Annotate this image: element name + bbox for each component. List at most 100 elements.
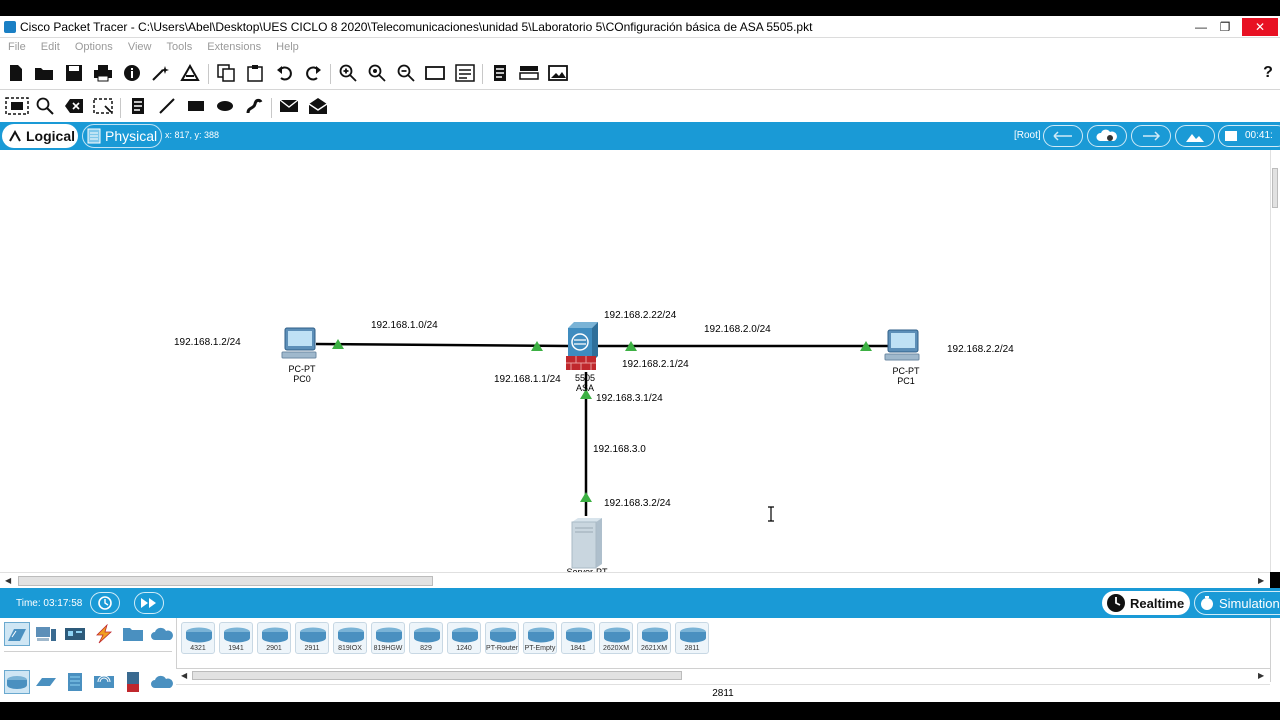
pc0-device[interactable]: PC-PT PC0	[285, 364, 319, 384]
device-tile-1941[interactable]: 1941	[219, 622, 253, 654]
device-tile-2620xm[interactable]: 2620XM	[599, 622, 633, 654]
new-cluster-button[interactable]	[1087, 125, 1127, 147]
device-tile-2621xm[interactable]: 2621XM	[637, 622, 671, 654]
minimize-button[interactable]: —	[1190, 18, 1212, 36]
back-button[interactable]	[1043, 125, 1083, 147]
asa-if3-label: 192.168.3.1/24	[596, 393, 663, 404]
subcategory-switches[interactable]	[33, 670, 59, 694]
draw-ellipse-icon[interactable]	[215, 96, 235, 116]
network-2-label: 192.168.2.0/24	[704, 324, 771, 335]
menu-tools[interactable]: Tools	[167, 38, 193, 53]
resize-shape-icon[interactable]	[93, 96, 113, 116]
save-icon[interactable]	[64, 63, 84, 83]
activity-wizard-icon[interactable]	[180, 63, 200, 83]
device-tile-819hgw[interactable]: 819HGW	[371, 622, 405, 654]
category-multiuser[interactable]	[149, 622, 175, 646]
switch-icon	[36, 678, 56, 686]
screenshot-icon[interactable]	[548, 63, 568, 83]
scroll-right-icon[interactable]: ▶	[1258, 671, 1264, 680]
open-folder-icon[interactable]	[34, 63, 54, 83]
device-list-vertical-scrollbar[interactable]	[1270, 618, 1280, 682]
custom-devices-icon[interactable]	[455, 63, 475, 83]
logical-workspace[interactable]: 192.168.1.2/24 192.168.1.0/24 192.168.2.…	[0, 150, 1270, 572]
draw-rectangle-icon[interactable]	[186, 96, 206, 116]
device-tile-819iox[interactable]: 819IOX	[333, 622, 367, 654]
fast-forward-button[interactable]	[134, 592, 164, 614]
select-icon[interactable]	[5, 96, 29, 116]
new-file-icon[interactable]	[6, 63, 26, 83]
subcategory-hubs[interactable]	[62, 670, 88, 694]
device-tile-4321[interactable]: 4321	[181, 622, 215, 654]
place-note-icon[interactable]	[128, 96, 148, 116]
subcategory-security[interactable]	[120, 670, 146, 694]
network-wizard-icon[interactable]	[151, 63, 171, 83]
inspect-icon[interactable]	[35, 96, 55, 116]
zoom-out-icon[interactable]	[396, 63, 416, 83]
simulation-mode-button[interactable]: Simulation	[1194, 591, 1280, 615]
print-icon[interactable]	[93, 63, 113, 83]
category-network-devices[interactable]	[4, 622, 30, 646]
menu-extensions[interactable]: Extensions	[207, 38, 261, 53]
scroll-thumb[interactable]	[18, 576, 433, 586]
set-background-button[interactable]	[1175, 125, 1215, 147]
device-tile-label: 2911	[304, 645, 320, 652]
pc1-ip-label: 192.168.2.2/24	[947, 344, 1014, 355]
device-tile-1240[interactable]: 1240	[447, 622, 481, 654]
category-end-devices[interactable]	[33, 622, 59, 646]
freeform-icon[interactable]	[244, 96, 264, 116]
menu-options[interactable]: Options	[75, 38, 113, 53]
tab-physical[interactable]: Physical	[82, 124, 162, 148]
pc1-device[interactable]: PC-PT PC1	[889, 366, 923, 386]
menu-file[interactable]: File	[8, 38, 26, 53]
menu-view[interactable]: View	[128, 38, 152, 53]
help-icon[interactable]: ?	[1258, 63, 1278, 83]
close-button[interactable]: ✕	[1242, 18, 1278, 36]
notes-icon[interactable]	[490, 63, 510, 83]
undo-icon[interactable]	[275, 63, 295, 83]
add-complex-pdu-icon[interactable]	[308, 96, 328, 116]
asa-model-label: 5505	[574, 373, 596, 383]
menu-help[interactable]: Help	[276, 38, 299, 53]
subcategory-wan-emulation[interactable]	[149, 670, 175, 694]
scroll-left-icon[interactable]: ◀	[5, 576, 11, 585]
realtime-mode-button[interactable]: Realtime	[1102, 591, 1190, 615]
delete-icon[interactable]	[64, 96, 84, 116]
components-icon	[65, 628, 85, 640]
device-template-icon[interactable]	[519, 63, 539, 83]
redo-icon[interactable]	[303, 63, 323, 83]
scroll-thumb[interactable]	[192, 671, 682, 680]
device-list-horizontal-scrollbar[interactable]: ◀ ▶	[176, 668, 1270, 682]
zoom-reset-icon[interactable]	[367, 63, 387, 83]
draw-line-icon[interactable]	[157, 96, 177, 116]
restore-button[interactable]: ❐	[1214, 18, 1236, 36]
device-tile-2901[interactable]: 2901	[257, 622, 291, 654]
workspace-vertical-scrollbar[interactable]	[1270, 150, 1280, 572]
workspace-horizontal-scrollbar[interactable]: ◀ ▶	[0, 572, 1270, 588]
menu-edit[interactable]: Edit	[41, 38, 60, 53]
device-tile-1841[interactable]: 1841	[561, 622, 595, 654]
add-simple-pdu-icon[interactable]	[279, 96, 299, 116]
asa-device[interactable]: 5505 ASA	[570, 373, 600, 393]
subcategory-routers[interactable]	[4, 670, 30, 694]
power-cycle-button[interactable]	[90, 592, 120, 614]
scroll-right-icon[interactable]: ▶	[1258, 576, 1264, 585]
device-tile-2811[interactable]: 2811	[675, 622, 709, 654]
category-miscellaneous[interactable]	[120, 622, 146, 646]
device-tile-pt-router[interactable]: PT-Router	[485, 622, 519, 654]
paste-icon[interactable]	[245, 63, 265, 83]
tab-logical[interactable]: Logical	[2, 124, 78, 148]
drawing-palette-icon[interactable]	[425, 63, 445, 83]
category-connections[interactable]	[91, 622, 117, 646]
info-icon[interactable]	[122, 63, 142, 83]
scroll-left-icon[interactable]: ◀	[181, 671, 187, 680]
device-tile-829[interactable]: 829	[409, 622, 443, 654]
device-tile-label: 1941	[228, 645, 244, 652]
scroll-thumb[interactable]	[1272, 168, 1278, 208]
zoom-in-icon[interactable]	[338, 63, 358, 83]
move-object-button[interactable]	[1131, 125, 1171, 147]
category-components[interactable]	[62, 622, 88, 646]
device-tile-2911[interactable]: 2911	[295, 622, 329, 654]
device-tile-pt-empty[interactable]: PT-Empty	[523, 622, 557, 654]
copy-icon[interactable]	[216, 63, 236, 83]
subcategory-wireless[interactable]	[91, 670, 117, 694]
